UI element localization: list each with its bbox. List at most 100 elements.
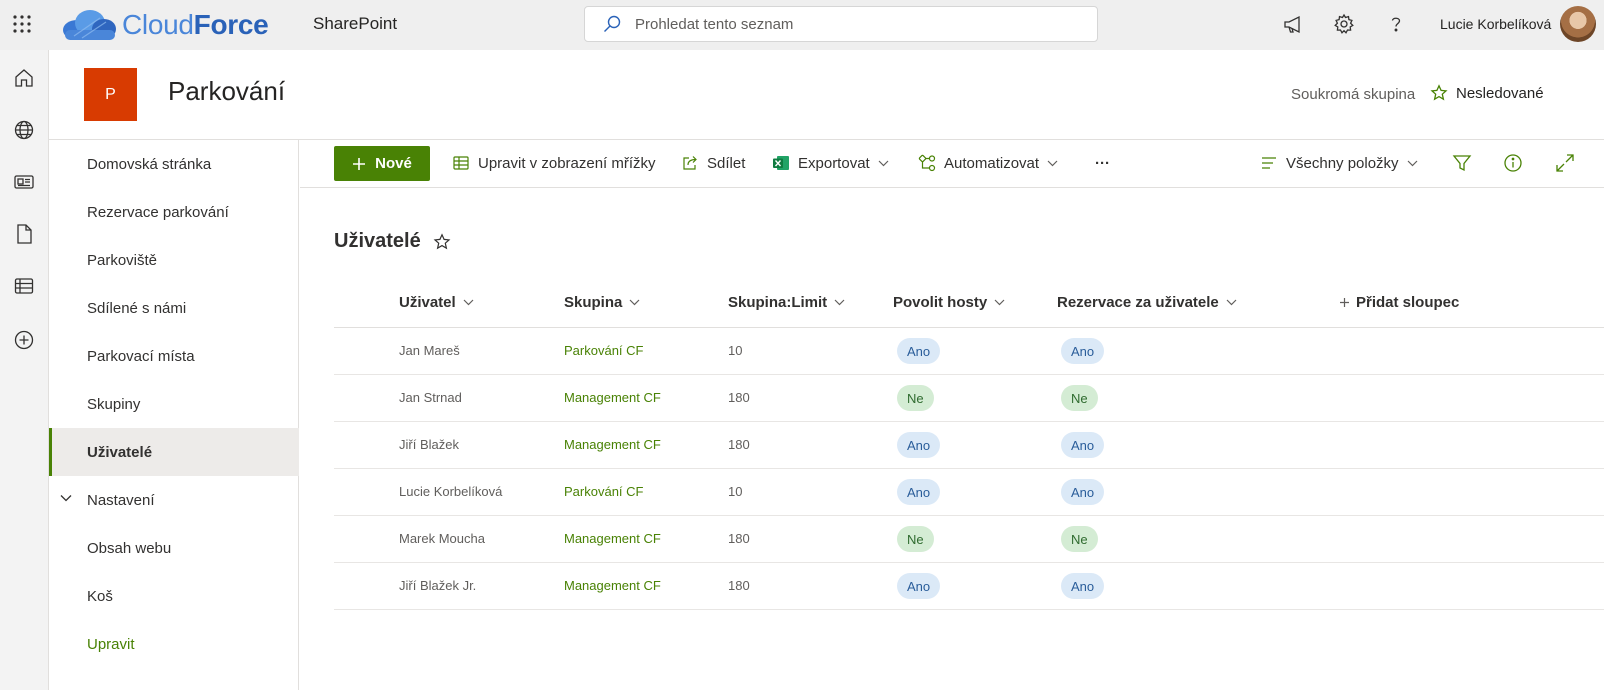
user-name[interactable]: Lucie Korbelíková (1440, 16, 1551, 32)
new-button-label: Nové (375, 155, 412, 172)
site-title[interactable]: Parkování (168, 76, 285, 107)
nav-item-shared-with-us[interactable]: Sdílené s námi (49, 284, 299, 332)
table-row[interactable]: Lucie Korbelíková Parkování CF 10 Ano An… (334, 469, 1604, 516)
nav-item-label: Koš (87, 587, 113, 605)
reserve-badge: Ano (1061, 338, 1105, 364)
export-button[interactable]: Exportovat (772, 152, 889, 174)
help-icon[interactable] (1385, 13, 1407, 35)
expand-icon (1556, 154, 1574, 172)
cell-user[interactable]: Jan Mareš (399, 343, 460, 358)
table-row[interactable]: Marek Moucha Management CF 180 Ne Ne (334, 516, 1604, 563)
cell-limit: 180 (728, 437, 750, 452)
reserve-badge: Ano (1061, 432, 1105, 458)
add-column-label: Přidat sloupec (1356, 294, 1460, 311)
automate-label: Automatizovat (944, 154, 1040, 172)
view-selector[interactable]: Všechny položky (1260, 152, 1418, 174)
grid-table-icon (453, 156, 469, 170)
chevron-down-icon[interactable] (60, 494, 72, 502)
create-add-icon[interactable] (12, 328, 36, 352)
nav-item-site-contents[interactable]: Obsah webu (49, 524, 299, 572)
chevron-down-icon (878, 160, 889, 166)
nav-item-label: Parkoviště (87, 251, 158, 269)
column-header-group-limit[interactable]: Skupina:Limit (728, 294, 845, 311)
nav-item-home[interactable]: Domovská stránka (49, 140, 299, 188)
cell-group-link[interactable]: Management CF (564, 390, 661, 405)
cell-user[interactable]: Jan Strnad (399, 390, 462, 405)
column-header-user[interactable]: Uživatel (399, 294, 474, 311)
globe-icon[interactable] (12, 118, 36, 142)
cell-group-link[interactable]: Parkování CF (564, 484, 643, 499)
table-row[interactable]: Jiří Blažek Jr. Management CF 180 Ano An… (334, 563, 1604, 610)
nav-item-groups[interactable]: Skupiny (49, 380, 299, 428)
cell-limit: 180 (728, 531, 750, 546)
edit-grid-view-button[interactable]: Upravit v zobrazení mřížky (452, 152, 656, 174)
table-row[interactable]: Jan Strnad Management CF 180 Ne Ne (334, 375, 1604, 422)
nav-item-label: Rezervace parkování (87, 203, 229, 221)
nav-item-parking-reservations[interactable]: Rezervace parkování (49, 188, 299, 236)
cell-group-link[interactable]: Management CF (564, 531, 661, 546)
filter-button[interactable] (1452, 152, 1472, 174)
nav-item-parking-lots[interactable]: Parkoviště (49, 236, 299, 284)
cell-user[interactable]: Jiří Blažek Jr. (399, 578, 476, 593)
cell-group-link[interactable]: Management CF (564, 437, 661, 452)
app-name[interactable]: SharePoint (313, 14, 397, 34)
favorite-star-icon[interactable] (433, 232, 451, 251)
share-label: Sdílet (707, 154, 746, 172)
column-header-label: Uživatel (399, 294, 456, 311)
automate-button[interactable]: Automatizovat (918, 152, 1058, 174)
table-row[interactable]: Jiří Blažek Management CF 180 Ano Ano (334, 422, 1604, 469)
privacy-label: Soukromá skupina (1291, 86, 1416, 103)
brand-logo[interactable]: CloudForce (60, 6, 269, 44)
guests-badge: Ano (897, 432, 941, 458)
column-header-label: Skupina (564, 294, 623, 311)
user-avatar[interactable] (1560, 6, 1596, 42)
settings-gear-icon[interactable] (1333, 13, 1355, 35)
view-list-icon (1262, 157, 1276, 169)
nav-item-settings[interactable]: Nastavení (49, 476, 299, 524)
home-icon[interactable] (12, 66, 36, 90)
list-title: Uživatelé (334, 230, 451, 253)
cell-user[interactable]: Lucie Korbelíková (399, 484, 502, 499)
nav-item-label: Parkovací místa (87, 347, 195, 365)
lists-icon[interactable] (12, 274, 36, 298)
add-column-button[interactable]: Přidat sloupec (1339, 294, 1459, 311)
megaphone-icon[interactable] (1282, 13, 1304, 35)
more-options-label: ··· (1095, 154, 1110, 172)
full-screen-button[interactable] (1555, 152, 1575, 174)
nav-item-users[interactable]: Uživatelé (49, 428, 299, 476)
chevron-down-icon (834, 299, 845, 306)
chevron-down-icon (994, 299, 1005, 306)
more-options-button[interactable]: ··· (1095, 152, 1110, 174)
search-input[interactable] (635, 15, 1035, 33)
star-icon (1430, 84, 1448, 101)
app-launcher-icon[interactable] (12, 14, 32, 34)
app-bar (0, 50, 49, 690)
cell-user[interactable]: Marek Moucha (399, 531, 485, 546)
nav-item-recycle-bin[interactable]: Koš (49, 572, 299, 620)
search-box[interactable] (584, 6, 1098, 42)
document-icon[interactable] (12, 222, 36, 246)
cell-group-link[interactable]: Parkování CF (564, 343, 643, 358)
command-bar: Nové Upravit v zobrazení mřížky Sdílet E… (300, 140, 1604, 188)
nav-edit-link[interactable]: Upravit (49, 620, 299, 668)
share-button[interactable]: Sdílet (681, 152, 745, 174)
nav-item-parking-spaces[interactable]: Parkovací místa (49, 332, 299, 380)
column-header-reserve-for-user[interactable]: Rezervace za uživatele (1057, 294, 1237, 311)
cell-limit: 180 (728, 578, 750, 593)
news-icon[interactable] (12, 170, 36, 194)
site-logo[interactable]: P (84, 68, 137, 121)
site-navigation: Domovská stránka Rezervace parkování Par… (49, 140, 299, 690)
table-row[interactable]: Jan Mareš Parkování CF 10 Ano Ano (334, 328, 1604, 375)
new-item-button[interactable]: Nové (334, 146, 430, 181)
follow-button[interactable]: Nesledované (1430, 84, 1544, 102)
chevron-down-icon (1407, 160, 1417, 166)
cell-group-link[interactable]: Management CF (564, 578, 661, 593)
cell-user[interactable]: Jiří Blažek (399, 437, 459, 452)
column-header-group[interactable]: Skupina (564, 294, 640, 311)
brand-name: CloudForce (122, 9, 269, 40)
column-header-allow-guests[interactable]: Povolit hosty (893, 294, 1005, 311)
edit-grid-label: Upravit v zobrazení mřížky (478, 154, 656, 172)
reserve-badge: Ne (1061, 385, 1098, 411)
info-pane-button[interactable] (1503, 152, 1523, 174)
nav-item-label: Domovská stránka (87, 155, 212, 173)
